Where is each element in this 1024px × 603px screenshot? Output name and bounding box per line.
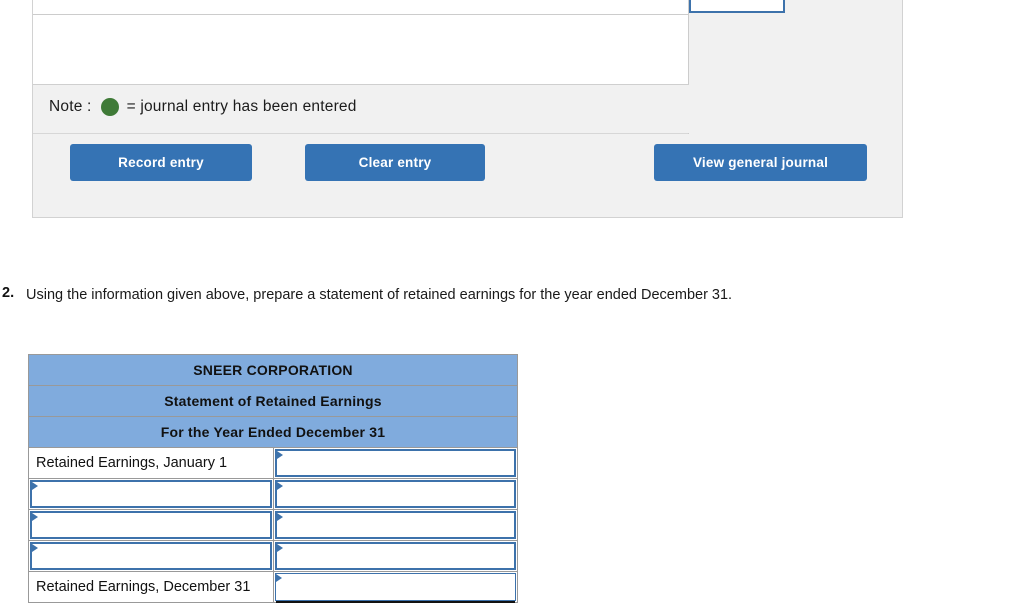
clear-entry-button[interactable]: Clear entry <box>305 144 485 181</box>
note-label: Note : <box>49 98 92 115</box>
table-header-row: Statement of Retained Earnings <box>28 385 518 417</box>
table-title-statement: Statement of Retained Earnings <box>28 385 518 417</box>
account-select-input[interactable] <box>30 511 272 539</box>
record-entry-button[interactable]: Record entry <box>70 144 252 181</box>
input-arrow-icon <box>32 513 38 521</box>
journal-note-strip: Note : = journal entry has been entered <box>33 84 689 133</box>
retained-earnings-table: SNEER CORPORATION Statement of Retained … <box>28 354 518 603</box>
panel-divider <box>33 133 688 134</box>
journal-entry-panel: Note : = journal entry has been entered … <box>32 0 903 218</box>
input-arrow-icon <box>32 482 38 490</box>
row-amount-cell[interactable] <box>272 540 518 572</box>
row-amount-cell[interactable] <box>272 447 518 479</box>
row-label-retained-earnings-january: Retained Earnings, January 1 <box>28 447 274 479</box>
journal-note: Note : = journal entry has been entered <box>49 98 357 116</box>
question-number: 2. <box>2 285 15 301</box>
row-label-cell[interactable] <box>28 540 274 572</box>
table-row <box>28 509 518 541</box>
table-row <box>28 478 518 510</box>
table-row: Retained Earnings, December 31 <box>28 571 518 603</box>
input-arrow-icon <box>276 451 283 459</box>
input-arrow-icon <box>276 513 283 521</box>
question-text: Using the information given above, prepa… <box>26 287 733 303</box>
amount-input-total[interactable] <box>274 573 516 603</box>
row-label-cell[interactable] <box>28 478 274 510</box>
table-row-divider <box>33 14 689 15</box>
row-amount-cell[interactable] <box>272 478 518 510</box>
view-general-journal-button[interactable]: View general journal <box>654 144 867 181</box>
input-arrow-icon <box>32 544 38 552</box>
input-arrow-icon <box>275 574 282 582</box>
account-select-input[interactable] <box>30 480 272 508</box>
table-row <box>28 540 518 572</box>
note-legend-text: = journal entry has been entered <box>126 98 357 115</box>
input-arrow-icon <box>276 544 283 552</box>
table-header-row: For the Year Ended December 31 <box>28 416 518 448</box>
input-arrow-icon <box>276 482 283 490</box>
amount-input[interactable] <box>274 480 516 508</box>
table-header-row: SNEER CORPORATION <box>28 354 518 386</box>
row-label-retained-earnings-december: Retained Earnings, December 31 <box>28 571 274 603</box>
journal-amount-input[interactable] <box>689 0 785 13</box>
row-label-cell[interactable] <box>28 509 274 541</box>
green-circle-icon <box>100 98 119 116</box>
row-amount-cell-total[interactable] <box>272 571 518 603</box>
table-title-period: For the Year Ended December 31 <box>28 416 518 448</box>
amount-input[interactable] <box>274 542 516 570</box>
journal-entry-table: Note : = journal entry has been entered <box>33 0 689 134</box>
table-row: Retained Earnings, January 1 <box>28 447 518 479</box>
row-amount-cell[interactable] <box>272 509 518 541</box>
account-select-input[interactable] <box>30 542 272 570</box>
table-title-company: SNEER CORPORATION <box>28 354 518 386</box>
amount-input[interactable] <box>274 449 516 477</box>
amount-input[interactable] <box>274 511 516 539</box>
